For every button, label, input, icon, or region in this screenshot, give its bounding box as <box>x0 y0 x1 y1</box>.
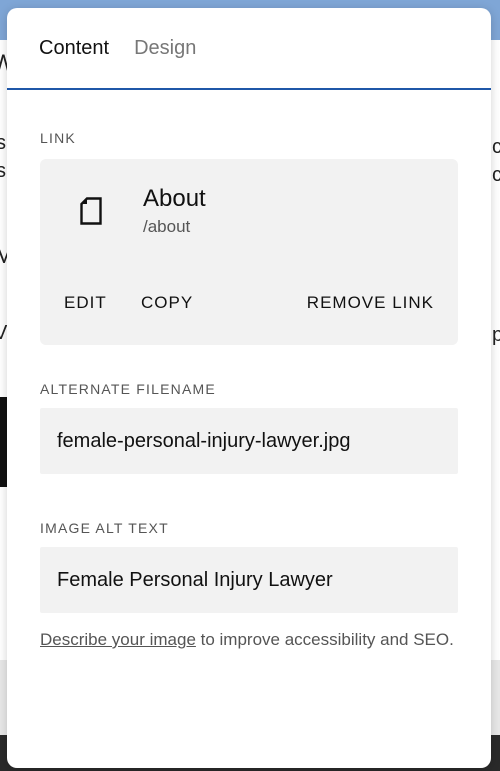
image-alt-text-field[interactable]: Female Personal Injury Lawyer <box>40 547 458 613</box>
link-card: About /about EDIT COPY REMOVE LINK <box>40 159 458 345</box>
copy-link-button[interactable]: COPY <box>141 293 193 313</box>
remove-link-button[interactable]: REMOVE LINK <box>307 293 434 313</box>
page-icon <box>80 197 102 225</box>
link-section-label: LINK <box>40 130 76 146</box>
link-title[interactable]: About <box>143 185 206 213</box>
alternate-filename-field[interactable]: female-personal-injury-lawyer.jpg <box>40 408 458 474</box>
edit-link-button[interactable]: EDIT <box>64 293 107 313</box>
image-settings-panel: Content Design LINK About /about EDIT CO… <box>7 8 491 768</box>
background-text-fragment: c <box>492 164 500 186</box>
background-image-fragment <box>0 397 7 487</box>
link-actions: EDIT COPY REMOVE LINK <box>40 293 458 315</box>
background-text-fragment: p <box>492 324 500 346</box>
panel-tabs: Content Design <box>7 8 491 90</box>
background-text-fragment: c <box>492 136 500 158</box>
alt-text-section-label: IMAGE ALT TEXT <box>40 520 169 536</box>
tab-content[interactable]: Content <box>39 37 109 60</box>
link-path: /about <box>143 217 191 236</box>
filename-section-label: ALTERNATE FILENAME <box>40 381 216 397</box>
background-text-fragment: s <box>0 132 6 154</box>
tab-design[interactable]: Design <box>134 37 196 60</box>
describe-image-link[interactable]: Describe your image <box>40 630 196 649</box>
helper-text: to improve accessibility and SEO. <box>195 630 454 649</box>
panel-content: LINK About /about EDIT COPY REMOVE LINK … <box>7 130 491 652</box>
alt-text-helper: Describe your image to improve accessibi… <box>40 627 458 652</box>
background-text-fragment: s <box>0 160 6 182</box>
